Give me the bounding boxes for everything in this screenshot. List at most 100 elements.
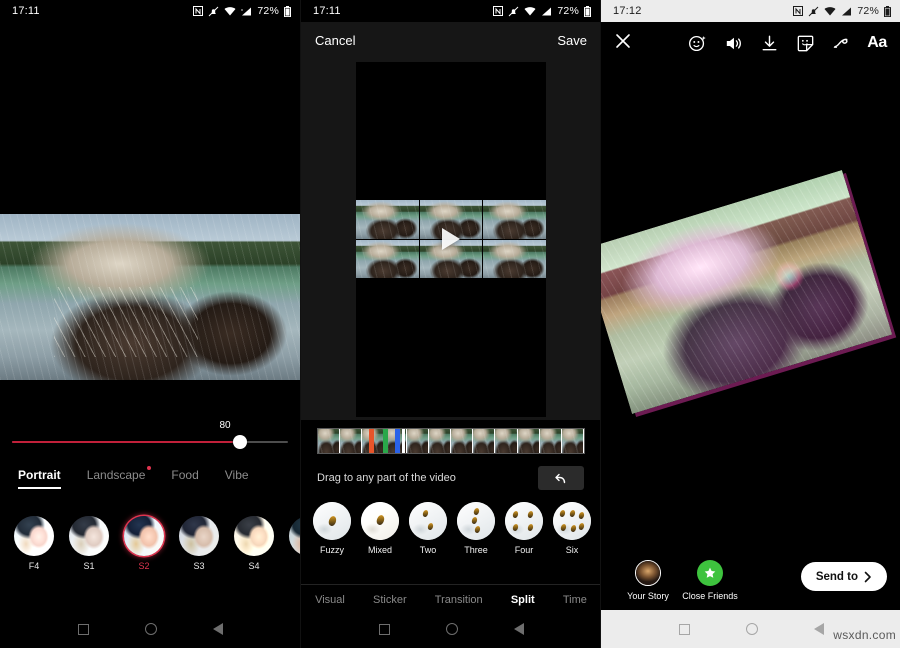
battery-percent: 72% <box>257 5 279 17</box>
close-friends-option[interactable]: Close Friends <box>679 560 741 601</box>
split-option-mixed[interactable]: Mixed <box>361 502 399 555</box>
slider-knob[interactable] <box>233 435 247 449</box>
square-recents-icon[interactable] <box>679 624 690 635</box>
tab-visual[interactable]: Visual <box>315 594 345 606</box>
filter-label: S2 <box>124 561 164 571</box>
svg-text:x: x <box>241 7 243 12</box>
play-triangle-icon[interactable] <box>442 228 460 250</box>
triangle-back-icon[interactable] <box>514 623 524 635</box>
sticker-icon[interactable] <box>793 31 817 55</box>
status-time: 17:12 <box>613 5 642 17</box>
filter-thumbnail-list[interactable]: F4 S1 S2 S3 S4 S5 <box>0 516 300 571</box>
tab-portrait[interactable]: Portrait <box>18 468 61 489</box>
filter-item-s5[interactable]: S5 <box>289 516 300 571</box>
circle-home-icon[interactable] <box>446 623 458 635</box>
rotated-photo[interactable] <box>601 170 892 414</box>
wifi-icon <box>224 7 236 16</box>
tab-food[interactable]: Food <box>171 468 198 489</box>
tab-landscape[interactable]: Landscape <box>87 468 146 489</box>
split-marker-blue <box>395 429 400 453</box>
tab-portrait-label: Portrait <box>18 468 61 482</box>
split-label: Two <box>409 545 447 555</box>
your-story-option[interactable]: Your Story <box>617 560 679 601</box>
signal-icon <box>541 7 552 16</box>
new-badge-dot <box>147 466 151 470</box>
status-icons: 72% <box>493 5 591 17</box>
status-time: 17:11 <box>313 5 341 17</box>
split-label: Three <box>457 545 495 555</box>
triangle-back-icon[interactable] <box>814 623 824 635</box>
split-option-three[interactable]: Three <box>457 502 495 555</box>
status-bar: 17:11 72% <box>301 0 600 22</box>
player-stage <box>301 58 600 420</box>
nfc-icon <box>793 6 803 16</box>
timeline-frame <box>407 429 429 453</box>
video-preview[interactable] <box>0 214 300 380</box>
filter-item-s2[interactable]: S2 <box>124 516 164 571</box>
filter-item-s3[interactable]: S3 <box>179 516 219 571</box>
tab-time[interactable]: Time <box>563 594 587 606</box>
square-recents-icon[interactable] <box>379 624 390 635</box>
timeline-frame <box>451 429 473 453</box>
split-label: Six <box>553 545 591 555</box>
split-thumb <box>409 502 447 540</box>
grid-cell <box>356 240 419 279</box>
filter-thumb <box>69 516 109 556</box>
circle-home-icon[interactable] <box>746 623 758 635</box>
video-timeline[interactable] <box>317 428 585 454</box>
save-button[interactable]: Save <box>557 33 587 48</box>
watermark: wsxdn.com <box>833 628 896 642</box>
intensity-slider[interactable]: 80 <box>0 420 300 460</box>
triangle-back-icon[interactable] <box>213 623 223 635</box>
text-tool-label[interactable]: Aa <box>865 31 889 55</box>
tab-vibe-label: Vibe <box>225 468 249 482</box>
chevron-right-icon <box>864 571 872 583</box>
close-x-icon[interactable] <box>613 31 639 56</box>
square-recents-icon[interactable] <box>78 624 89 635</box>
tab-split[interactable]: Split <box>511 594 535 606</box>
draw-pen-icon[interactable] <box>829 31 853 55</box>
filter-item-s1[interactable]: S1 <box>69 516 109 571</box>
signal-icon: x <box>241 7 252 16</box>
filter-item-f4[interactable]: F4 <box>14 516 54 571</box>
notifications-off-icon <box>808 6 819 17</box>
split-thumb <box>313 502 351 540</box>
timeline-frame <box>473 429 495 453</box>
split-option-two[interactable]: Two <box>409 502 447 555</box>
timeline-playhead[interactable] <box>402 428 405 454</box>
circle-home-icon[interactable] <box>145 623 157 635</box>
filter-item-s4[interactable]: S4 <box>234 516 274 571</box>
filter-thumb <box>234 516 274 556</box>
slider-value-label: 80 <box>219 420 230 431</box>
status-bar: 17:11 x 72% <box>0 0 300 22</box>
split-option-fuzzy[interactable]: Fuzzy <box>313 502 351 555</box>
tab-transition[interactable]: Transition <box>435 594 483 606</box>
split-thumb <box>457 502 495 540</box>
speaker-icon[interactable] <box>721 31 745 55</box>
split-label: Mixed <box>361 545 399 555</box>
tab-landscape-label: Landscape <box>87 468 146 482</box>
download-icon[interactable] <box>757 31 781 55</box>
split-option-four[interactable]: Four <box>505 502 543 555</box>
status-time: 17:11 <box>12 5 40 17</box>
tab-sticker[interactable]: Sticker <box>373 594 407 606</box>
filter-label: S5 <box>289 561 300 571</box>
split-option-six[interactable]: Six <box>553 502 591 555</box>
battery-percent: 72% <box>557 5 579 17</box>
filter-category-tabs: Portrait Landscape Food Vibe <box>0 468 300 489</box>
slider-fill <box>12 441 233 443</box>
undo-button[interactable] <box>538 466 584 490</box>
story-canvas[interactable] <box>601 64 900 550</box>
timeline-frame <box>495 429 517 453</box>
face-effects-icon[interactable] <box>685 31 709 55</box>
nfc-icon <box>493 6 503 16</box>
split-option-list[interactable]: Fuzzy Mixed Two Three <box>301 502 600 555</box>
tab-vibe[interactable]: Vibe <box>225 468 249 489</box>
timeline-hint-text: Drag to any part of the video <box>317 472 456 484</box>
send-to-button[interactable]: Send to <box>801 562 887 591</box>
panel-split-editor: 17:11 72% Cancel Save <box>300 0 600 648</box>
timeline-frame <box>518 429 540 453</box>
cancel-button[interactable]: Cancel <box>315 33 355 48</box>
video-player[interactable] <box>356 62 546 417</box>
grid-cell <box>483 240 546 279</box>
